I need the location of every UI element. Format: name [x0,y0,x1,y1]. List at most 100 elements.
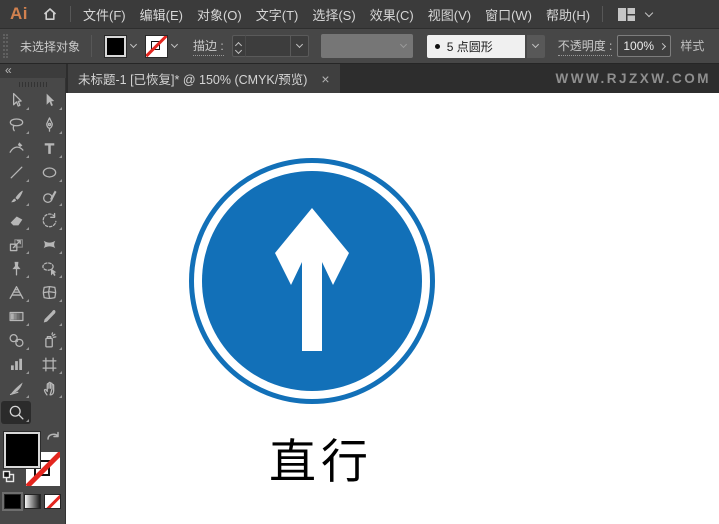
menu-item[interactable]: 选择(S) [312,5,355,24]
style-label[interactable]: 样式 [680,37,704,55]
workspace: « 未标题-1 [已恢复]* @ 150% (CMYK/预览) × WWW.RJ… [0,64,719,524]
zoom-tool[interactable] [1,400,31,424]
line-segment-tool[interactable] [1,161,31,184]
puppet-warp-tool[interactable] [1,257,31,280]
chevron-down-icon [295,40,303,49]
shape-builder-tool-icon [41,261,56,276]
stroke-weight-label[interactable]: 描边 : [193,37,224,56]
brush-dropdown-button[interactable] [524,34,545,58]
opacity-label[interactable]: 不透明度 : [557,37,613,56]
stroke-weight-stepper[interactable] [231,35,245,57]
stroke-weight-dropdown-button[interactable] [290,35,309,57]
fill-color-dropdown[interactable] [104,34,138,58]
canvas[interactable]: 直行 [66,93,719,524]
ellipse-tool-icon [42,166,56,178]
stroke-color-dropdown[interactable] [145,34,179,58]
menu-item[interactable]: 视图(V) [428,5,471,24]
scale-tool-icon [9,238,23,251]
app-logo: Ai [10,4,28,23]
scale-tool[interactable] [1,233,31,256]
ellipse-tool[interactable] [34,161,64,184]
selection-tool[interactable] [1,89,31,112]
menu-item[interactable]: 效果(C) [370,5,414,24]
artboard-tool-icon [41,356,57,372]
paintbrush-tool[interactable] [1,185,31,208]
menu-item[interactable]: 对象(O) [197,5,242,24]
workspace-switcher-icon[interactable] [617,7,636,22]
collapse-panel-icon[interactable]: « [5,63,12,77]
column-graph-tool[interactable] [1,353,31,376]
tool-grid [0,88,66,424]
gradient-tool[interactable] [1,305,31,328]
swap-fill-stroke-icon[interactable] [46,430,61,448]
selection-status: 未选择对象 [20,39,81,54]
direct-selection-tool[interactable] [34,89,64,112]
shaper-tool[interactable] [34,185,64,208]
document-tab-bar: 未标题-1 [已恢复]* @ 150% (CMYK/预览) × WWW.RJZX… [66,64,719,93]
menu-item[interactable]: 文字(T) [256,5,299,24]
brush-definition-dropdown[interactable]: 5 点圆形 [426,34,545,58]
curvature-tool[interactable] [1,137,31,160]
width-tool[interactable] [34,233,64,256]
menubar-divider [70,6,71,22]
rotate-tool[interactable] [34,209,64,232]
panel-grip[interactable] [3,34,8,58]
pen-tool[interactable] [34,113,64,136]
chevron-down-icon[interactable] [170,40,179,49]
stroke-weight-input[interactable] [244,35,291,57]
menu-item[interactable]: 编辑(E) [140,5,183,24]
chevron-right-icon[interactable] [659,42,667,50]
eyedropper-tool[interactable] [34,305,64,328]
document-area: 未标题-1 [已恢复]* @ 150% (CMYK/预览) × WWW.RJZX… [66,64,719,524]
menu-item[interactable]: 窗口(W) [485,5,532,24]
mesh-tool-icon [42,285,56,299]
document-tab[interactable]: 未标题-1 [已恢复]* @ 150% (CMYK/预览) × [68,64,340,93]
default-fill-stroke-icon[interactable] [2,470,16,489]
perspective-grid-tool-icon [8,285,24,299]
lasso-tool-icon [9,117,23,131]
chevron-down-icon[interactable] [644,8,654,17]
hand-tool-icon [43,381,54,396]
menu-item[interactable]: 帮助(H) [546,5,590,24]
chevron-down-icon [532,40,540,49]
fill-swatch[interactable] [2,431,41,469]
watermark-text: WWW.RJZXW.COM [555,71,711,86]
shape-builder-tool[interactable] [34,257,64,280]
eraser-tool[interactable] [1,209,31,232]
close-tab-icon[interactable]: × [321,72,329,86]
brush-preview-icon [434,43,440,49]
hand-tool[interactable] [34,377,64,400]
artboard-tool[interactable] [34,353,64,376]
home-icon[interactable] [42,6,58,22]
menu-item[interactable]: 文件(F) [83,5,126,24]
lasso-tool[interactable] [1,113,31,136]
blend-tool[interactable] [1,329,31,352]
column-graph-tool-icon [10,358,22,370]
variable-width-profile-dropdown [320,34,413,58]
mesh-tool[interactable] [34,281,64,304]
brush-field[interactable]: 5 点圆形 [426,34,525,58]
none-slash-icon [146,35,168,57]
stepper-down-icon[interactable] [235,46,243,54]
eyedropper-tool-icon [43,309,55,322]
type-tool-icon [44,142,54,154]
none-mode-button[interactable] [44,494,61,509]
opacity-input[interactable]: 100% [617,35,672,57]
perspective-grid-tool[interactable] [1,281,31,304]
type-tool[interactable] [34,137,64,160]
toolbar-grip[interactable] [18,82,47,87]
chevron-down-icon[interactable] [129,40,138,49]
toolbar [0,78,66,524]
fill-stroke-controls [0,430,66,490]
gradient-mode-button[interactable] [24,494,41,509]
symbol-sprayer-tool[interactable] [34,329,64,352]
color-mode-button[interactable] [4,494,21,509]
menubar-divider-2 [602,6,604,22]
width-tool-icon [43,240,55,248]
slice-tool[interactable] [1,377,31,400]
traffic-sign-go-straight[interactable] [187,156,437,406]
tools-panel: « [0,64,66,524]
stroke-none-swatch[interactable] [145,34,169,58]
fill-color-swatch[interactable] [104,34,128,58]
pen-tool-icon [45,116,53,132]
